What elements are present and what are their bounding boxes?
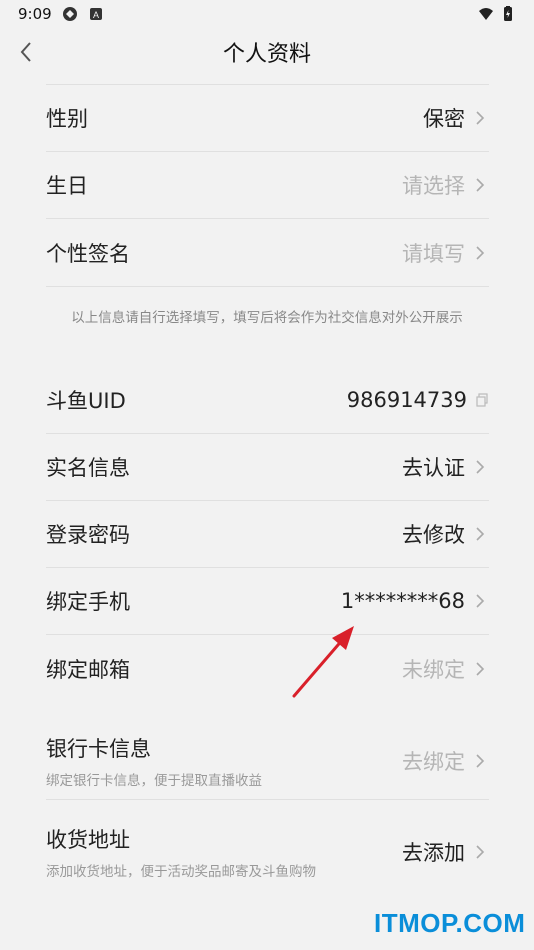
phone-row[interactable]: 绑定手机 1********68 (46, 568, 489, 635)
chevron-right-icon (476, 245, 485, 260)
status-bar: 9:09 A (0, 0, 534, 28)
keyboard-notification-icon: A (89, 8, 102, 20)
privacy-note: 以上信息请自行选择填写，填写后将会作为社交信息对外公开展示 (71, 310, 463, 326)
row-label: 绑定邮箱 (46, 657, 130, 682)
chevron-right-icon (476, 845, 485, 859)
row-value: 去添加 (402, 841, 465, 865)
row-label: 登录密码 (46, 523, 130, 547)
row-value: 去认证 (402, 456, 465, 480)
chevron-right-icon (476, 111, 485, 125)
address-row[interactable]: 收货地址 添加收货地址，便于活动奖品邮寄及斗鱼购物 去添加 (46, 813, 489, 891)
chevron-right-icon (476, 661, 485, 676)
wifi-icon (479, 8, 493, 20)
app-notification-icon (62, 7, 77, 21)
row-value: 请填写 (402, 241, 465, 266)
row-label: 斗鱼UID (46, 389, 126, 413)
back-button[interactable] (10, 36, 42, 68)
row-label: 收货地址 (46, 828, 130, 852)
row-value: 未绑定 (402, 657, 465, 682)
row-label: 银行卡信息 (46, 736, 151, 761)
gender-row[interactable]: 性别 保密 (46, 85, 489, 152)
row-label: 实名信息 (46, 456, 130, 480)
page-title: 个人资料 (222, 42, 311, 67)
chevron-right-icon (476, 527, 485, 541)
phone-value: 1********68 (340, 589, 465, 613)
row-value: 请选择 (402, 174, 465, 198)
email-row[interactable]: 绑定邮箱 未绑定 (46, 635, 489, 702)
row-value: 去修改 (402, 523, 465, 547)
annotation-arrow-icon (292, 626, 354, 698)
watermark: ITMOP.COM (374, 908, 526, 938)
chevron-right-icon (476, 178, 485, 192)
signature-row[interactable]: 个性签名 请填写 (46, 219, 489, 286)
chevron-right-icon (476, 460, 485, 474)
section-divider (46, 286, 489, 287)
row-label: 生日 (46, 174, 88, 198)
row-subtitle: 绑定银行卡信息，便于提取直播收益 (46, 772, 262, 789)
top-nav-bar: 个人资料 (0, 28, 534, 76)
row-label: 性别 (46, 107, 88, 131)
row-subtitle: 添加收货地址，便于活动奖品邮寄及斗鱼购物 (46, 864, 316, 880)
uid-value: 986914739 (346, 388, 467, 412)
birthday-row[interactable]: 生日 请选择 (46, 152, 489, 219)
row-label: 个性签名 (46, 241, 130, 266)
battery-icon (504, 6, 512, 21)
uid-row: 斗鱼UID 986914739 (46, 367, 489, 434)
bank-card-row[interactable]: 银行卡信息 绑定银行卡信息，便于提取直播收益 去绑定 (46, 722, 489, 800)
row-value: 去绑定 (402, 749, 465, 774)
row-label: 绑定手机 (46, 590, 130, 614)
password-row[interactable]: 登录密码 去修改 (46, 501, 489, 568)
real-name-row[interactable]: 实名信息 去认证 (46, 434, 489, 501)
chevron-right-icon (476, 753, 485, 768)
svg-text:A: A (93, 10, 99, 20)
status-time: 9:09 (18, 5, 52, 23)
chevron-left-icon (20, 42, 31, 62)
chevron-right-icon (476, 594, 485, 608)
copy-icon[interactable] (475, 393, 489, 407)
row-value: 保密 (423, 107, 465, 131)
